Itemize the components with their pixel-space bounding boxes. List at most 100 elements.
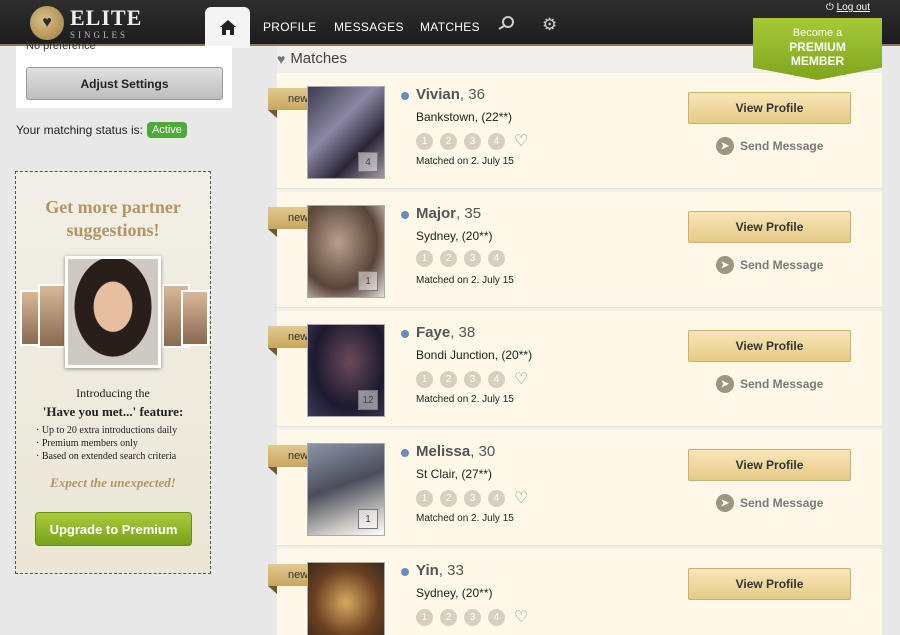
matched-date: Matched on 2. July 15 — [416, 394, 514, 405]
step-4: 4 — [488, 489, 505, 507]
match-location: St Clair, (27**) — [416, 467, 493, 481]
logo-tagline: SINGLES — [70, 29, 129, 40]
online-status-dot — [401, 211, 409, 219]
view-profile-button[interactable]: View Profile — [688, 449, 851, 481]
send-icon: ➤ — [716, 137, 734, 155]
step-4: 4 — [488, 370, 505, 388]
match-steps: 1 2 3 4 ♡ — [416, 131, 528, 151]
step-2: 2 — [440, 132, 457, 150]
online-status-dot — [401, 449, 409, 457]
promo-bullet: · Based on extended search criteria — [36, 451, 177, 462]
match-steps: 1 2 3 4 ♡ — [416, 607, 528, 627]
match-location: Sydney, (20**) — [416, 586, 493, 600]
step-2: 2 — [440, 370, 457, 388]
status-badge: Active — [146, 122, 187, 138]
step-1: 1 — [416, 489, 433, 507]
send-message-link[interactable]: ➤ Send Message — [716, 137, 823, 155]
step-4: 4 — [488, 132, 505, 150]
premium-badge-line3: MEMBER — [790, 54, 845, 68]
nav-home-tab[interactable] — [205, 7, 250, 48]
match-photo[interactable]: 12 — [307, 324, 385, 417]
match-card: new 4 Vivian, 36 Bankstown, (22**) 1 2 3… — [268, 73, 882, 189]
photo-count: 1 — [358, 271, 378, 291]
settings-gear-icon[interactable]: ⚙ — [542, 15, 557, 35]
step-2: 2 — [440, 489, 457, 507]
step-3: 3 — [464, 132, 481, 150]
matches-title: Matches — [290, 50, 348, 67]
match-steps: 1 2 3 4 ♡ — [416, 488, 528, 508]
send-icon: ➤ — [716, 256, 734, 274]
promo-title: Get more partner suggestions! — [16, 196, 210, 242]
match-name[interactable]: Yin, 33 — [416, 562, 464, 579]
match-steps: 1 2 3 4 — [416, 250, 512, 267]
promo-bullet: · Premium members only — [36, 438, 138, 449]
view-profile-button[interactable]: View Profile — [688, 92, 851, 124]
premium-badge-line1: Become a — [792, 27, 843, 39]
online-status-dot — [401, 92, 409, 100]
send-message-label: Send Message — [740, 377, 824, 391]
match-card: new 1 Major, 35 Sydney, (20**) 1 2 3 4 M… — [268, 192, 882, 308]
match-card: new Yin, 33 Sydney, (20**) 1 2 3 4 ♡ Vie… — [268, 549, 882, 635]
upgrade-to-premium-button[interactable]: Upgrade to Premium — [35, 512, 192, 546]
step-4: 4 — [488, 250, 505, 267]
match-name[interactable]: Melissa, 30 — [416, 443, 495, 460]
step-1: 1 — [416, 370, 433, 388]
match-name[interactable]: Faye, 38 — [416, 324, 475, 341]
send-message-label: Send Message — [740, 139, 824, 153]
send-message-link[interactable]: ➤ Send Message — [716, 375, 823, 393]
send-message-label: Send Message — [740, 258, 824, 272]
step-1: 1 — [416, 250, 433, 267]
promo-title-line2: suggestions! — [66, 220, 160, 240]
photo-count: 1 — [358, 509, 378, 529]
send-message-label: Send Message — [740, 496, 824, 510]
power-icon: ⏻ — [825, 2, 834, 13]
logout-label: Log out — [836, 2, 870, 13]
match-photo[interactable]: 1 — [307, 205, 385, 298]
promo-main-photo — [65, 256, 161, 368]
step-3: 3 — [464, 250, 481, 267]
nav-profile[interactable]: PROFILE — [263, 20, 316, 34]
nav-messages[interactable]: MESSAGES — [334, 20, 404, 34]
heart-check-icon: ♡ — [514, 490, 529, 507]
view-profile-button[interactable]: View Profile — [688, 211, 851, 243]
send-message-link[interactable]: ➤ Send Message — [716, 256, 823, 274]
step-3: 3 — [464, 489, 481, 507]
logo-name: ELITE — [70, 4, 143, 30]
send-icon: ➤ — [716, 375, 734, 393]
promo-photo — [38, 284, 66, 348]
match-photo[interactable] — [307, 562, 385, 635]
heart-icon: ♥ — [277, 50, 286, 67]
search-settings-box: No preference Adjust Settings — [16, 40, 232, 108]
adjust-settings-button[interactable]: Adjust Settings — [26, 67, 223, 100]
promo-photo-carousel — [16, 256, 210, 376]
heart-check-icon: ♡ — [514, 371, 529, 388]
promo-intro: Introducing the — [76, 386, 150, 400]
preference-text: No preference — [26, 40, 96, 52]
become-premium-badge[interactable]: Become a PREMIUM MEMBER — [753, 18, 882, 80]
elite-singles-logo[interactable]: ♥ ELITE SINGLES — [30, 6, 142, 40]
send-message-link[interactable]: ➤ Send Message — [716, 494, 823, 512]
matching-status-label: Your matching status is: — [16, 123, 143, 137]
matched-date: Matched on 2. July 15 — [416, 275, 514, 286]
logout-link[interactable]: ⏻ Log out — [826, 2, 870, 13]
match-name[interactable]: Vivian, 36 — [416, 86, 485, 103]
view-profile-button[interactable]: View Profile — [688, 330, 851, 362]
step-2: 2 — [440, 250, 457, 267]
step-4: 4 — [488, 608, 505, 626]
heart-check-icon: ♡ — [514, 133, 529, 150]
promo-bullet: · Up to 20 extra introductions daily — [36, 425, 178, 436]
view-profile-button[interactable]: View Profile — [688, 568, 851, 600]
promo-title-line1: Get more partner — [45, 197, 181, 217]
match-location: Bankstown, (22**) — [416, 110, 513, 124]
search-people-icon[interactable] — [497, 15, 517, 35]
matched-date: Matched on 2. July 15 — [416, 513, 514, 524]
nav-matches[interactable]: MATCHES — [420, 20, 480, 34]
online-status-dot — [401, 330, 409, 338]
match-name[interactable]: Major, 35 — [416, 205, 481, 222]
match-photo[interactable]: 1 — [307, 443, 385, 536]
home-icon — [219, 20, 236, 35]
match-steps: 1 2 3 4 ♡ — [416, 369, 528, 389]
matching-status: Your matching status is: Active — [16, 122, 187, 138]
match-photo[interactable]: 4 — [307, 86, 385, 179]
send-icon: ➤ — [716, 494, 734, 512]
